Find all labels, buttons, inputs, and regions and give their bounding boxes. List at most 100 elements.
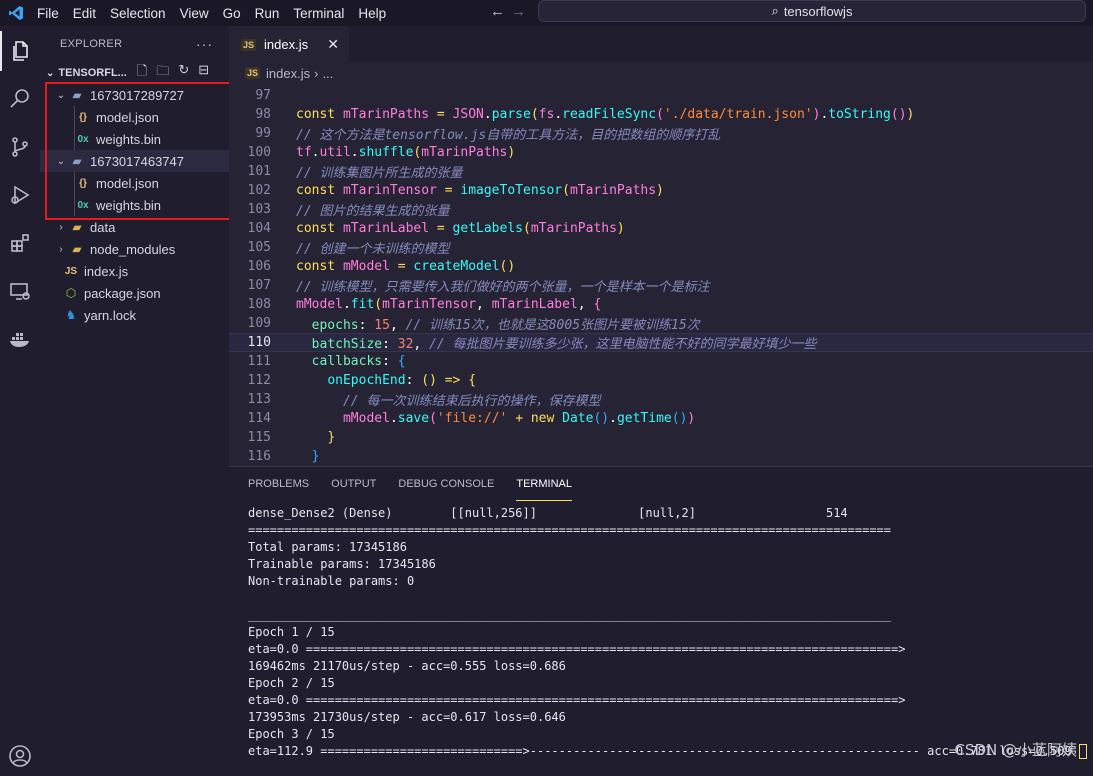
close-icon[interactable]: ✕ bbox=[327, 36, 339, 53]
panel-tab-terminal[interactable]: TERMINAL bbox=[516, 467, 572, 501]
code-line[interactable]: 101 // 训练集图片所生成的张量 bbox=[229, 162, 1093, 181]
tree-item[interactable]: ⬡ package.json bbox=[40, 282, 229, 304]
tree-item[interactable]: 0x weights.bin bbox=[40, 194, 229, 216]
forward-arrow-icon[interactable]: → bbox=[511, 3, 532, 20]
code-line[interactable]: 99 // 这个方法是tensorflow.js自带的工具方法，目的把数组的顺序打… bbox=[229, 124, 1093, 143]
terminal-line-text: Trainable params: 17345186 bbox=[248, 557, 436, 571]
breadcrumb-symbol[interactable]: ... bbox=[322, 66, 333, 81]
terminal-line: Non-trainable params: 0 bbox=[248, 573, 1087, 590]
more-actions-icon[interactable]: ··· bbox=[196, 36, 213, 52]
terminal-cursor bbox=[1078, 744, 1087, 759]
binary-file-icon: 0x bbox=[77, 133, 89, 145]
menu-run[interactable]: Run bbox=[250, 6, 289, 21]
account-icon[interactable] bbox=[0, 736, 40, 776]
chevron-down-icon: ⌄ bbox=[46, 67, 55, 79]
tab-index-js[interactable]: JS index.js ✕ bbox=[229, 26, 349, 62]
explorer-icon[interactable] bbox=[0, 31, 40, 71]
line-number: 111 bbox=[247, 354, 271, 369]
panel-tab-output[interactable]: OUTPUT bbox=[331, 467, 376, 501]
activity-bar bbox=[0, 26, 40, 768]
new-folder-icon[interactable]: 🗀 bbox=[156, 62, 169, 84]
explorer-header: EXPLORER ··· bbox=[40, 26, 229, 62]
folder-open-icon: ▰ bbox=[72, 88, 82, 102]
code-line[interactable]: 103 // 图片的结果生成的张量 bbox=[229, 200, 1093, 219]
line-number: 98 bbox=[255, 107, 271, 122]
nav-arrows: ←→ bbox=[490, 3, 532, 20]
code-view[interactable]: 97 98 const mTarinPaths = JSON.parse(fs.re… bbox=[229, 86, 1093, 466]
code-line[interactable]: 108 mModel.fit(mTarinTensor, mTarinLabel,… bbox=[229, 295, 1093, 314]
tree-item[interactable]: JS index.js bbox=[40, 260, 229, 282]
editor-tabs: JS index.js ✕ bbox=[229, 26, 1093, 62]
remote-explorer-icon[interactable] bbox=[0, 271, 40, 311]
code-line[interactable]: 114 mModel.save('file://' + new Date().g… bbox=[229, 409, 1093, 428]
code-line[interactable]: 113 // 每一次训练结束后执行的操作，保存模型 bbox=[229, 390, 1093, 409]
code-line[interactable]: 97 bbox=[229, 86, 1093, 105]
menu-go[interactable]: Go bbox=[218, 6, 250, 21]
tree-item-label: 1673017289727 bbox=[90, 87, 184, 103]
menu-edit[interactable]: Edit bbox=[68, 6, 105, 21]
code-line[interactable]: 106 const mModel = createModel() bbox=[229, 257, 1093, 276]
explorer-title: EXPLORER bbox=[60, 38, 123, 50]
menu-file[interactable]: File bbox=[32, 6, 68, 21]
code-line[interactable]: 111 callbacks: { bbox=[229, 352, 1093, 371]
tree-item-label: yarn.lock bbox=[84, 307, 137, 323]
code-line[interactable]: 98 const mTarinPaths = JSON.parse(fs.read… bbox=[229, 105, 1093, 124]
folder-icon: ▰ bbox=[72, 242, 82, 256]
menu-selection[interactable]: Selection bbox=[105, 6, 175, 21]
code-line[interactable]: 107 // 训练模型，只需要传入我们做好的两个张量，一个是样本一个是标注 bbox=[229, 276, 1093, 295]
docker-icon[interactable] bbox=[0, 319, 40, 359]
panel-tab-debug-console[interactable]: DEBUG CONSOLE bbox=[398, 467, 494, 501]
back-arrow-icon[interactable]: ← bbox=[490, 3, 511, 20]
code-line[interactable]: 110 batchSize: 32, // 每批图片要训练多少张，这里电脑性能不… bbox=[229, 333, 1093, 352]
menu-view[interactable]: View bbox=[175, 6, 218, 21]
code-text: epochs: 15, // 训练15次，也就是这8005张图片要被训练15次 bbox=[311, 318, 700, 333]
tree-item-label: weights.bin bbox=[96, 131, 162, 147]
terminal-line-text: ________________________________________… bbox=[248, 608, 891, 622]
breadcrumb-file[interactable]: index.js bbox=[266, 66, 310, 81]
bottom-panel: PROBLEMS OUTPUT DEBUG CONSOLE TERMINAL dens… bbox=[229, 466, 1093, 768]
code-line[interactable]: 115 } bbox=[229, 428, 1093, 447]
code-text: // 训练集图片所生成的张量 bbox=[296, 166, 463, 181]
code-line[interactable]: 104 const mTarinLabel = getLabels(mTarinP… bbox=[229, 219, 1093, 238]
command-center-search[interactable]: ⌕ tensorflowjs bbox=[538, 0, 1086, 22]
extensions-icon[interactable] bbox=[0, 223, 40, 263]
chevron-right-icon: › bbox=[314, 65, 319, 81]
terminal-line-text: dense_Dense2 (Dense) [[null,256]] [null,… bbox=[248, 506, 848, 520]
terminal-line-text: ========================================… bbox=[248, 523, 891, 537]
terminal-line-text: 173953ms 21730us/step - acc=0.617 loss=0… bbox=[248, 710, 566, 724]
line-number: 105 bbox=[247, 240, 271, 255]
tree-item[interactable]: ⌄ ▰ 1673017289727 bbox=[40, 84, 229, 106]
menu-help[interactable]: Help bbox=[353, 6, 395, 21]
line-number: 115 bbox=[247, 430, 271, 445]
panel-tabs: PROBLEMS OUTPUT DEBUG CONSOLE TERMINAL bbox=[229, 467, 1093, 501]
terminal-line-text: Non-trainable params: 0 bbox=[248, 574, 415, 588]
js-file-icon: JS bbox=[64, 265, 78, 277]
collapse-all-icon[interactable]: ⊟ bbox=[198, 62, 209, 84]
menu-terminal[interactable]: Terminal bbox=[288, 6, 353, 21]
tree-item[interactable]: {} model.json bbox=[40, 106, 229, 128]
tree-item[interactable]: ⌄ ▰ 1673017463747 bbox=[40, 150, 229, 172]
code-line[interactable]: 109 epochs: 15, // 训练15次，也就是这8005张图片要被训练… bbox=[229, 314, 1093, 333]
run-debug-icon[interactable] bbox=[0, 175, 40, 215]
tree-item[interactable]: ♞ yarn.lock bbox=[40, 304, 229, 326]
terminal-output[interactable]: dense_Dense2 (Dense) [[null,256]] [null,… bbox=[248, 505, 1087, 760]
tree-item[interactable]: 0x weights.bin bbox=[40, 128, 229, 150]
terminal-line: Trainable params: 17345186 bbox=[248, 556, 1087, 573]
workspace-root[interactable]: ⌄ TENSORFL... 🗋 🗀 ↻ ⊟ bbox=[40, 62, 229, 84]
code-line[interactable]: 102 const mTarinTensor = imageToTensor(mT… bbox=[229, 181, 1093, 200]
code-line[interactable]: 116 } bbox=[229, 447, 1093, 466]
code-line[interactable]: 100 tf.util.shuffle(mTarinPaths) bbox=[229, 143, 1093, 162]
source-control-icon[interactable] bbox=[0, 127, 40, 167]
search-view-icon[interactable] bbox=[0, 79, 40, 119]
code-text: onEpochEnd: () => { bbox=[327, 373, 477, 388]
tree-item[interactable]: › ▰ node_modules bbox=[40, 238, 229, 260]
title-bar: File Edit Selection View Go Run Terminal Help ←… bbox=[0, 0, 1093, 26]
panel-tab-problems[interactable]: PROBLEMS bbox=[248, 467, 309, 501]
new-file-icon[interactable]: 🗋 bbox=[137, 62, 147, 84]
code-line[interactable]: 112 onEpochEnd: () => { bbox=[229, 371, 1093, 390]
refresh-icon[interactable]: ↻ bbox=[178, 62, 189, 84]
code-line[interactable]: 105 // 创建一个未训练的模型 bbox=[229, 238, 1093, 257]
tree-item[interactable]: › ▰ data bbox=[40, 216, 229, 238]
tree-item[interactable]: {} model.json bbox=[40, 172, 229, 194]
